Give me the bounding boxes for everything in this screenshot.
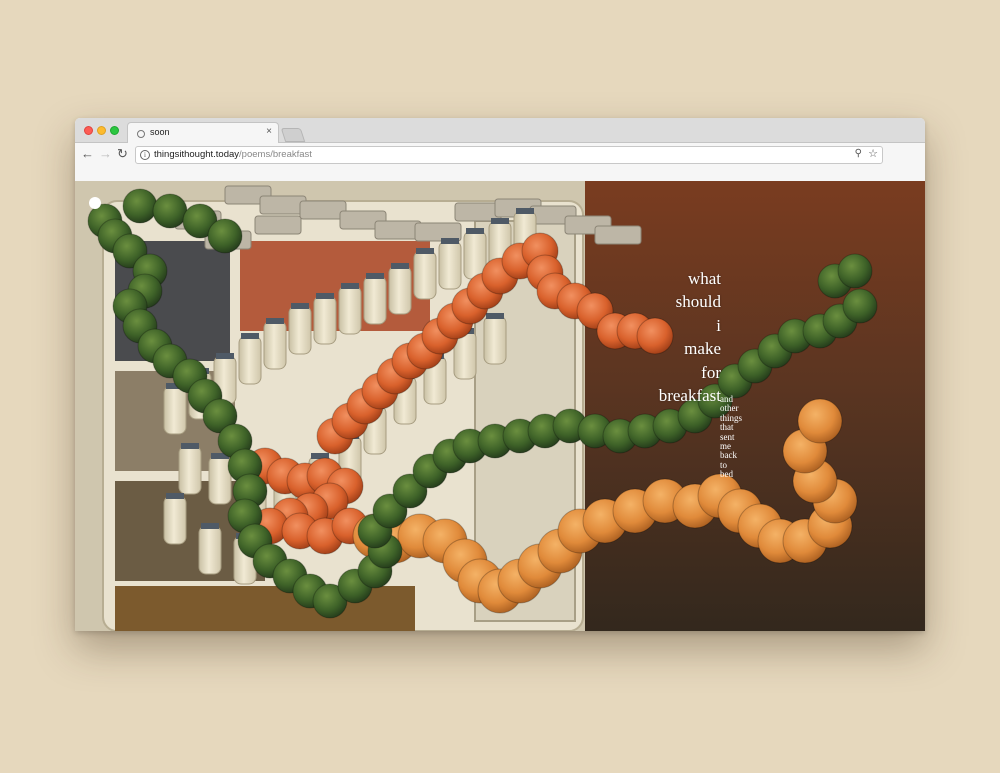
milk-bottle-cap: [216, 353, 234, 359]
close-window-button[interactable]: [84, 126, 93, 135]
url-host: thingsithought.today: [154, 149, 240, 160]
milk-bottle-cap: [491, 218, 509, 224]
zoom-icon[interactable]: ⚲: [855, 148, 862, 159]
new-tab-button[interactable]: [280, 128, 306, 142]
artichoke: [842, 288, 878, 324]
milk-bottle-cap: [486, 313, 504, 319]
milk-bottle-cap: [291, 303, 309, 309]
milk-bottle-cap: [166, 493, 184, 499]
maximize-window-button[interactable]: [110, 126, 119, 135]
milk-bottle: [438, 240, 462, 290]
poem-title: what should i make for breakfast: [659, 267, 721, 407]
milk-bottle: [313, 295, 337, 345]
milk-bottle: [413, 250, 437, 300]
orange: [797, 398, 843, 444]
artichoke: [152, 193, 188, 229]
poem-line-4: make: [684, 339, 721, 359]
poem-line-3: i: [716, 315, 721, 335]
egg-tray: [254, 215, 302, 235]
url-text[interactable]: thingsithought.today/poems/breakfast: [154, 149, 312, 160]
title-bar: soon ×: [75, 118, 925, 143]
forward-arrow-icon[interactable]: →: [99, 147, 112, 161]
artichoke: [837, 253, 873, 289]
milk-bottle-cap: [416, 248, 434, 254]
page-viewport: what should i make for breakfast and oth…: [75, 181, 925, 631]
milk-bottle-cap: [201, 523, 219, 529]
browser-tab[interactable]: soon ×: [127, 122, 279, 143]
milk-bottle-cap: [241, 333, 259, 339]
egg-tray: [259, 195, 307, 215]
back-arrow-icon[interactable]: ←: [81, 147, 94, 161]
poem-subtitle: and other things that sent me back to be…: [720, 394, 742, 480]
egg-tray: [374, 220, 422, 240]
milk-bottle: [388, 265, 412, 315]
tab-title: soon: [150, 127, 170, 137]
milk-bottle-cap: [441, 238, 459, 244]
milk-bottle: [198, 525, 222, 575]
milk-bottle-cap: [516, 208, 534, 214]
milk-bottle-cap: [266, 318, 284, 324]
milk-bottle: [163, 495, 187, 545]
milk-bottle: [338, 285, 362, 335]
browser-window: soon × ← → ↻ i thingsithought.today/poem…: [75, 118, 925, 631]
star-icon[interactable]: ☆: [868, 147, 878, 160]
poem-line-1: what: [687, 269, 721, 288]
milk-bottle-cap: [341, 283, 359, 289]
cursor-dot[interactable]: [89, 197, 101, 209]
artichoke: [207, 218, 243, 254]
milk-bottle: [288, 305, 312, 355]
milk-bottle: [263, 320, 287, 370]
milk-bottle-cap: [466, 228, 484, 234]
milk-bottle: [178, 445, 202, 495]
poem-line-2: should: [675, 292, 721, 312]
milk-bottle: [163, 385, 187, 435]
egg-tray: [594, 225, 642, 245]
reload-icon[interactable]: ↻: [117, 147, 128, 161]
artichoke: [122, 188, 158, 224]
info-icon[interactable]: i: [140, 150, 150, 160]
milk-bottle-cap: [366, 273, 384, 279]
minimize-window-button[interactable]: [97, 126, 106, 135]
poem-line-5: for: [701, 362, 721, 382]
milk-bottle: [363, 275, 387, 325]
milk-bottle-cap: [181, 443, 199, 449]
browser-toolbar: ← → ↻ i thingsithought.today/poems/break…: [75, 143, 925, 182]
milk-bottle-cap: [316, 293, 334, 299]
milk-bottle: [238, 335, 262, 385]
globe-icon: [137, 130, 145, 138]
address-bar[interactable]: i thingsithought.today/poems/breakfast ⚲…: [135, 146, 883, 164]
breakfast-collage: [75, 181, 925, 631]
milk-bottle: [483, 315, 507, 365]
milk-bottle-cap: [391, 263, 409, 269]
close-icon[interactable]: ×: [266, 126, 272, 138]
milk-bottle: [208, 455, 232, 505]
poem-line-6: breakfast: [658, 386, 721, 406]
subtitle-line-9: bed: [720, 469, 733, 480]
egg-tray: [299, 200, 347, 220]
url-path: /poems/breakfast: [239, 149, 312, 160]
